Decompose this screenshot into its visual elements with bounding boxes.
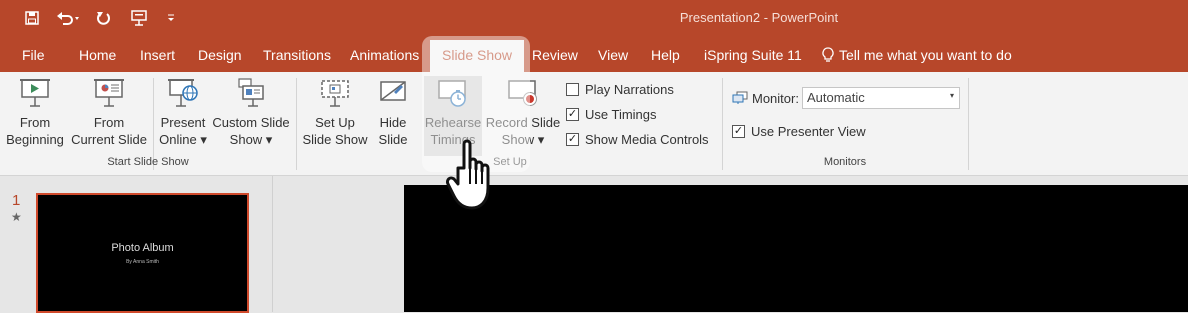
hide-slide-icon [376, 76, 410, 110]
check-icon: ✓ [732, 125, 745, 138]
hide-slide-line2: Slide [378, 132, 408, 147]
check-icon: ✓ [566, 133, 579, 146]
set-up-line1: Set Up [315, 115, 355, 130]
lightbulb-icon [822, 47, 834, 63]
slide-number: 1 [12, 192, 21, 209]
monitor-row: Monitor: Automatic ▾ [732, 87, 960, 109]
use-presenter-view-label: Use Presenter View [751, 124, 866, 139]
monitor-label: Monitor: [752, 90, 799, 106]
hand-pointer-cursor-icon [440, 138, 508, 218]
present-from-beginning-icon [18, 76, 52, 110]
custom-slide-show-line2: Show ▾ [229, 132, 273, 147]
monitor-icon [732, 91, 748, 105]
monitor-select-value: Automatic [806, 90, 865, 105]
from-current-slide-button[interactable]: From Current Slide [68, 76, 150, 148]
window-title: Presentation2 - PowerPoint [679, 10, 839, 25]
checkbox-box [566, 83, 579, 96]
tell-me-search[interactable]: Tell me what you want to do [822, 47, 1012, 63]
tab-design[interactable]: Design [198, 47, 242, 63]
thumbnail-subtitle: By Anna Smith [126, 259, 159, 265]
group-label-start-slide-show: Start Slide Show [107, 156, 189, 168]
check-icon: ✓ [566, 108, 579, 121]
ribbon-panel: From Beginning From Current Slide Presen… [0, 72, 1188, 176]
tab-home[interactable]: Home [79, 47, 116, 63]
group-label-monitors: Monitors [823, 156, 867, 168]
use-timings-checkbox[interactable]: ✓ Use Timings [566, 107, 657, 122]
tab-help[interactable]: Help [651, 47, 680, 63]
slide-thumbnail-pane: 1 ★ Photo Album By Anna Smith [0, 176, 273, 313]
hide-slide-button[interactable]: Hide Slide [372, 76, 414, 148]
thumbnail-title: Photo Album [111, 242, 174, 254]
tab-transitions[interactable]: Transitions [263, 47, 331, 63]
tab-ispring[interactable]: iSpring Suite 11 [704, 47, 802, 63]
chevron-down-icon: ▾ [949, 91, 954, 100]
tab-view[interactable]: View [598, 47, 628, 63]
present-online-button[interactable]: Present Online ▾ [156, 76, 210, 148]
present-online-icon [166, 76, 200, 110]
animation-star-icon: ★ [11, 210, 22, 224]
from-beginning-button[interactable]: From Beginning [3, 76, 67, 148]
tab-review[interactable]: Review [532, 47, 578, 63]
slide-editing-canvas[interactable] [404, 185, 1188, 312]
use-timings-label: Use Timings [585, 107, 657, 122]
from-current-line2: Current Slide [71, 132, 147, 147]
show-media-controls-checkbox[interactable]: ✓ Show Media Controls [566, 132, 709, 147]
custom-slide-show-line1: Custom Slide [212, 115, 290, 130]
present-online-line1: Present [160, 115, 206, 130]
set-up-slide-show-icon [318, 76, 352, 110]
play-narrations-checkbox[interactable]: Play Narrations [566, 82, 674, 97]
tab-insert[interactable]: Insert [140, 47, 175, 63]
ribbon-tabs: File Home Insert Design Transitions Anim… [0, 36, 1188, 72]
tell-me-label: Tell me what you want to do [839, 47, 1012, 63]
set-up-line2: Slide Show [302, 132, 368, 147]
tab-file[interactable]: File [22, 47, 45, 63]
separator [968, 78, 969, 170]
use-presenter-view-checkbox[interactable]: ✓ Use Presenter View [732, 124, 866, 139]
workspace: 1 ★ Photo Album By Anna Smith [0, 176, 1188, 313]
play-narrations-label: Play Narrations [585, 82, 674, 97]
from-beginning-line1: From [19, 115, 51, 130]
set-up-slide-show-button[interactable]: Set Up Slide Show [300, 76, 370, 148]
present-online-line2: Online ▾ [159, 132, 207, 147]
custom-slide-show-button[interactable]: Custom Slide Show ▾ [210, 76, 292, 148]
custom-slide-show-icon [234, 76, 268, 110]
present-from-current-icon [92, 76, 126, 110]
monitor-select[interactable]: Automatic ▾ [801, 87, 960, 109]
show-media-controls-label: Show Media Controls [585, 132, 709, 147]
hide-slide-line1: Hide [379, 115, 407, 130]
tab-animations[interactable]: Animations [350, 47, 419, 63]
title-bar: Presentation2 - PowerPoint [0, 0, 1188, 36]
from-current-line1: From [93, 115, 125, 130]
slide-thumbnail[interactable]: Photo Album By Anna Smith [36, 193, 249, 313]
from-beginning-line2: Beginning [6, 132, 64, 147]
